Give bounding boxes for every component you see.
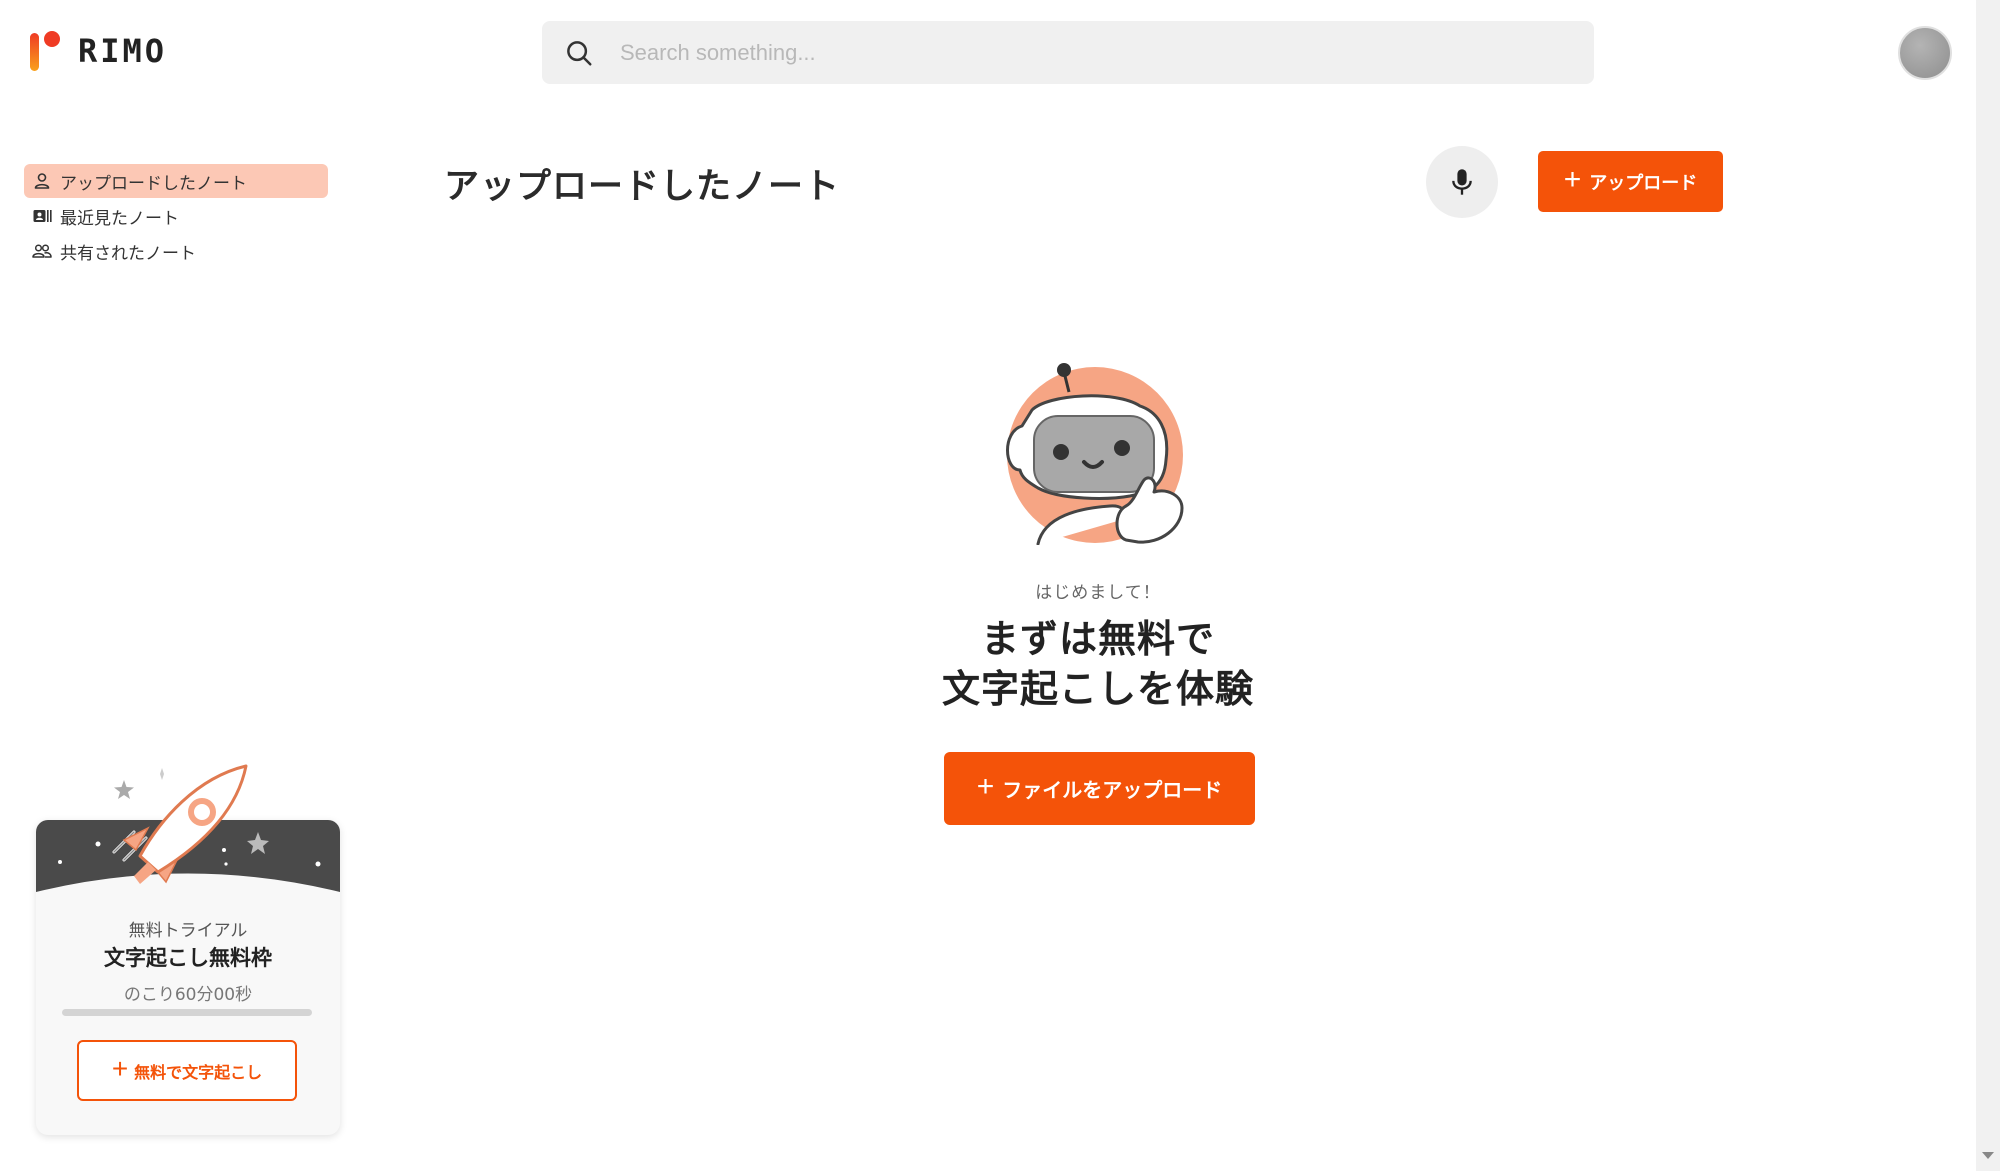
record-button[interactable] [1426, 146, 1498, 218]
greeting-text: はじめまして！ [1035, 583, 1161, 603]
empty-state-headline: まずは無料で 文字起こしを体験 [0, 614, 2000, 714]
trial-title: 文字起こし無料枠 [104, 946, 272, 970]
vertical-scrollbar[interactable] [1976, 0, 2000, 1171]
logo-text: RIMO [78, 32, 168, 70]
microphone-icon [1452, 169, 1472, 195]
search-bar[interactable] [542, 21, 1594, 84]
plus-icon: + [976, 770, 995, 803]
rocket-icon [112, 764, 248, 884]
plus-icon: + [111, 1053, 129, 1084]
plus-icon: + [1563, 163, 1582, 196]
sidebar-item-label: 最近見たノート [60, 208, 179, 229]
file-upload-button-label: ファイルをアップロード [1002, 780, 1223, 802]
rimo-logo[interactable]: RIMO [28, 28, 167, 74]
sidebar-item-recent-notes[interactable]: 最近見たノート [24, 199, 328, 233]
trial-remaining-time: のこり60分00秒 [123, 985, 253, 1005]
upload-button[interactable]: + アップロード [1538, 151, 1723, 212]
free-transcription-button[interactable]: + 無料で文字起こし [77, 1040, 297, 1101]
robot-mascot-illustration [1006, 363, 1184, 545]
trial-label: 無料トライアル [128, 921, 248, 941]
search-input[interactable] [620, 21, 1594, 84]
upload-button-label: アップロード [1589, 172, 1698, 193]
headline-line: 文字起こしを体験 [941, 667, 1254, 711]
app-page: RIMO アップロードしたノート 最近見たノート [0, 0, 2000, 1171]
headline-line: まずは無料で [980, 617, 1215, 661]
user-avatar[interactable] [1898, 26, 1952, 80]
contact-card-icon [33, 210, 52, 222]
search-icon [567, 40, 592, 65]
people-icon [32, 244, 52, 258]
scroll-down-arrow-icon[interactable] [1982, 1152, 1994, 1159]
page-title: アップロードしたノート [444, 167, 841, 207]
sidebar-item-label: 共有されたノート [60, 243, 196, 264]
sidebar-item-shared-notes[interactable]: 共有されたノート [24, 234, 328, 268]
person-icon [34, 173, 50, 189]
trial-usage-progress-bar [62, 1009, 312, 1016]
sidebar-item-label: アップロードしたノート [60, 173, 247, 194]
sidebar-item-uploaded-notes[interactable]: アップロードしたノート [24, 164, 328, 198]
sidebar-nav: アップロードしたノート 最近見たノート 共有されたノート [24, 164, 328, 269]
file-upload-button[interactable]: + ファイルをアップロード [944, 752, 1255, 825]
rimo-logo-icon [30, 31, 60, 71]
free-transcription-button-label: 無料で文字起こし [134, 1064, 263, 1082]
